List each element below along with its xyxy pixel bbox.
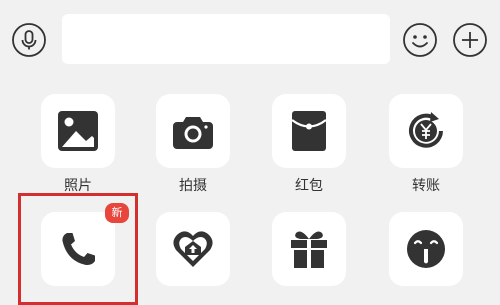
transfer-label: 转账 (412, 178, 440, 194)
transfer-tile[interactable] (389, 94, 463, 168)
camera-tile[interactable] (156, 94, 230, 168)
transfer-icon (409, 112, 443, 148)
photo-icon (58, 111, 98, 151)
red-envelope-tile[interactable] (272, 94, 346, 168)
tickle-face-icon (407, 230, 445, 268)
red-envelope-label: 红包 (295, 178, 323, 194)
red-envelope-icon (291, 111, 327, 151)
plus-circle-icon[interactable] (452, 22, 488, 58)
photo-label: 照片 (64, 178, 92, 194)
selection-highlight (18, 193, 138, 305)
message-input[interactable] (62, 14, 390, 64)
camera-label: 拍摄 (179, 178, 207, 194)
photo-tile[interactable] (41, 94, 115, 168)
microphone-icon[interactable] (11, 22, 47, 58)
heart-location-icon (173, 231, 213, 267)
gift-icon (291, 231, 327, 268)
tickle-tile[interactable] (389, 212, 463, 286)
smiley-icon[interactable] (402, 22, 438, 58)
location-tile[interactable] (156, 212, 230, 286)
gift-tile[interactable] (272, 212, 346, 286)
camera-icon (173, 117, 213, 149)
